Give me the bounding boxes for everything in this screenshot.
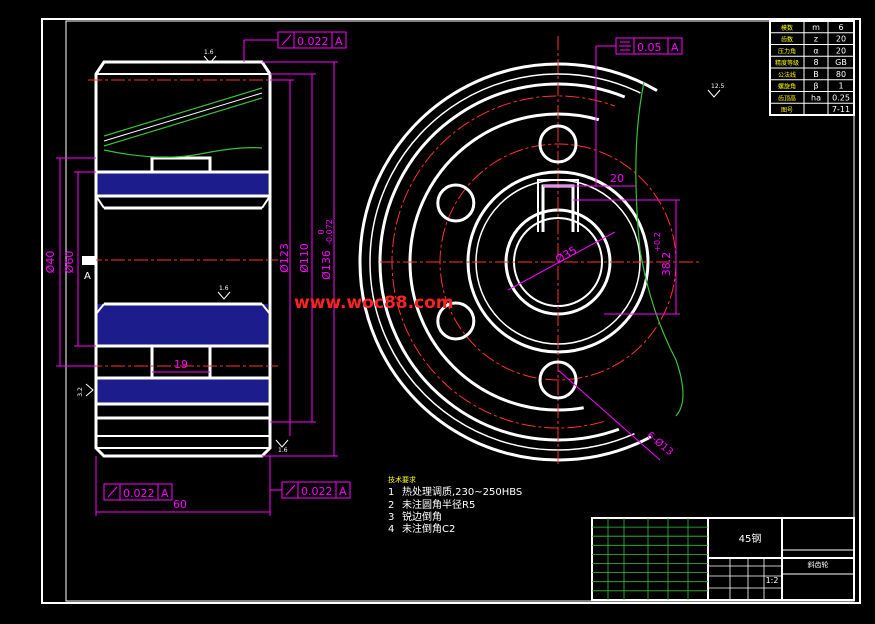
note-3-text: 锐边倒角 — [402, 510, 442, 523]
param-cell-0-0: 模数 — [781, 24, 793, 32]
note-3-num: 3 — [388, 512, 394, 523]
tol-bl-datum: A — [161, 487, 169, 500]
roughness-left: 3.2 — [77, 387, 84, 397]
datum-label-a: A — [84, 271, 91, 282]
hatch-rim-bottom — [96, 378, 268, 404]
param-cell-0-1: m — [812, 23, 820, 32]
param-cell-5-1: β — [813, 82, 818, 91]
dim-key-depth: 38.2 — [660, 252, 673, 277]
dim-keyway-20: 20 — [610, 172, 624, 185]
param-cell-4-1: B — [813, 70, 819, 79]
watermark-text: www.woc88.com — [294, 293, 454, 313]
dim-d40: Ø40 — [44, 251, 57, 274]
param-cell-6-1: ha — [811, 93, 821, 102]
hatch-hub-top — [96, 172, 268, 196]
tb-scale: 1:2 — [766, 576, 779, 585]
tolerance-frame-top: 0.022 A — [243, 31, 347, 62]
dim-d136-tol-lower: -0.072 — [325, 219, 334, 245]
section-view — [82, 60, 278, 458]
param-cell-2-1: α — [813, 46, 818, 55]
runout-icon — [281, 34, 292, 46]
param-cell-3-1: 8 — [813, 58, 818, 67]
tb-part-name: 斜齿轮 — [808, 560, 829, 569]
dim-d123: Ø123 — [278, 243, 291, 273]
dim-d110: Ø110 — [298, 243, 311, 273]
dim-d35: Ø35 — [553, 244, 579, 267]
param-cell-1-2: 20 — [836, 35, 846, 44]
tol-right-datum: A — [671, 41, 679, 54]
param-cell-4-2: 80 — [836, 70, 846, 79]
param-cell-7-0: 图号 — [781, 107, 793, 114]
tb-material: 45钢 — [739, 532, 762, 545]
hatch-hub-bottom — [96, 304, 268, 346]
roughness-mid: 1.6 — [219, 285, 229, 292]
dim-key-depth-tol: +0.2 — [653, 232, 662, 251]
end-view-arcs — [358, 62, 700, 462]
dim-hole-6x13: 6-Ø13 — [644, 429, 675, 458]
upper-recess — [150, 156, 212, 172]
note-2-text: 未注圆角半径R5 — [402, 498, 475, 511]
note-4-text: 未注倒角C2 — [402, 522, 455, 535]
param-cell-1-0: 齿数 — [781, 36, 793, 44]
note-4-num: 4 — [388, 524, 394, 535]
tolerance-frame-bottom-left: 0.022 A — [103, 483, 173, 501]
datum-marker — [82, 256, 96, 265]
note-1-text: 热处理调质,230~250HBS — [402, 485, 522, 498]
param-cell-3-2: GB — [835, 58, 847, 67]
notes-heading: 技术要求 — [388, 475, 416, 484]
tol-top-value: 0.022 — [297, 35, 329, 48]
dim-d60: Ø60 — [63, 251, 76, 274]
param-cell-3-0: 精度等级 — [775, 59, 799, 67]
param-cell-7-2: 7-11 — [832, 105, 850, 114]
title-block: 45钢 斜齿轮 1:2 — [591, 517, 855, 601]
tol-bl-value: 0.022 — [123, 487, 155, 500]
param-cell-1-1: z — [814, 35, 818, 44]
runout-icon-3 — [285, 484, 296, 496]
technical-notes: 技术要求 1 热处理调质,230~250HBS 2 未注圆角半径R5 3 锐边倒… — [388, 475, 522, 535]
tol-br-datum: A — [339, 485, 347, 498]
runout-icon-2 — [107, 486, 118, 498]
tol-br-value: 0.022 — [301, 485, 333, 498]
param-cell-6-2: 0.25 — [832, 93, 850, 102]
param-cell-4-0: 公法线 — [778, 71, 796, 79]
gear-parameter-table: 模数 m 6 齿数 z 20 压力角 α 20 精度等级 8 GB 公法线 B 80 螺旋角 β 1 齿顶高 ha 0.… — [769, 20, 855, 116]
end-view: 20 Ø35 38.2 +0.2 6-Ø13 0.05 A 12.5 — [358, 36, 725, 466]
section-dimensions: Ø40 Ø60 A Ø123 Ø110 Ø136 0 -0.072 60 19 … — [44, 31, 351, 516]
tol-top-datum: A — [335, 35, 343, 48]
roughness-top: 1.6 — [204, 49, 214, 56]
param-cell-5-0: 螺旋角 — [778, 83, 796, 91]
symmetry-icon — [619, 41, 631, 51]
note-2-num: 2 — [388, 500, 394, 511]
param-rows: 模数 m 6 齿数 z 20 压力角 α 20 精度等级 8 GB 公法线 B 80 螺旋角 β 1 齿顶高 ha 0.… — [770, 23, 854, 114]
note-1-num: 1 — [388, 487, 394, 498]
param-cell-0-2: 6 — [838, 23, 843, 32]
tol-right-value: 0.05 — [637, 41, 662, 54]
dim-width-60: 60 — [173, 498, 187, 511]
param-cell-6-0: 齿顶高 — [778, 94, 796, 102]
dim-slot-19: 19 — [174, 358, 188, 371]
param-cell-2-2: 20 — [836, 46, 846, 55]
param-cell-5-2: 1 — [838, 82, 843, 91]
gear-drawing: Ø40 Ø60 A Ø123 Ø110 Ø136 0 -0.072 60 19 … — [41, 18, 861, 604]
tolerance-frame-bottom-right: 0.022 A — [270, 481, 351, 499]
helix-line — [103, 87, 263, 137]
param-cell-2-0: 压力角 — [778, 47, 796, 55]
dim-d136: Ø136 — [320, 250, 333, 280]
cad-drawing-canvas: Ø40 Ø60 A Ø123 Ø110 Ø136 0 -0.072 60 19 … — [0, 0, 875, 620]
break-line — [103, 147, 263, 158]
roughness-corner: 12.5 — [711, 83, 725, 90]
roughness-bottom: 1.6 — [278, 447, 288, 454]
